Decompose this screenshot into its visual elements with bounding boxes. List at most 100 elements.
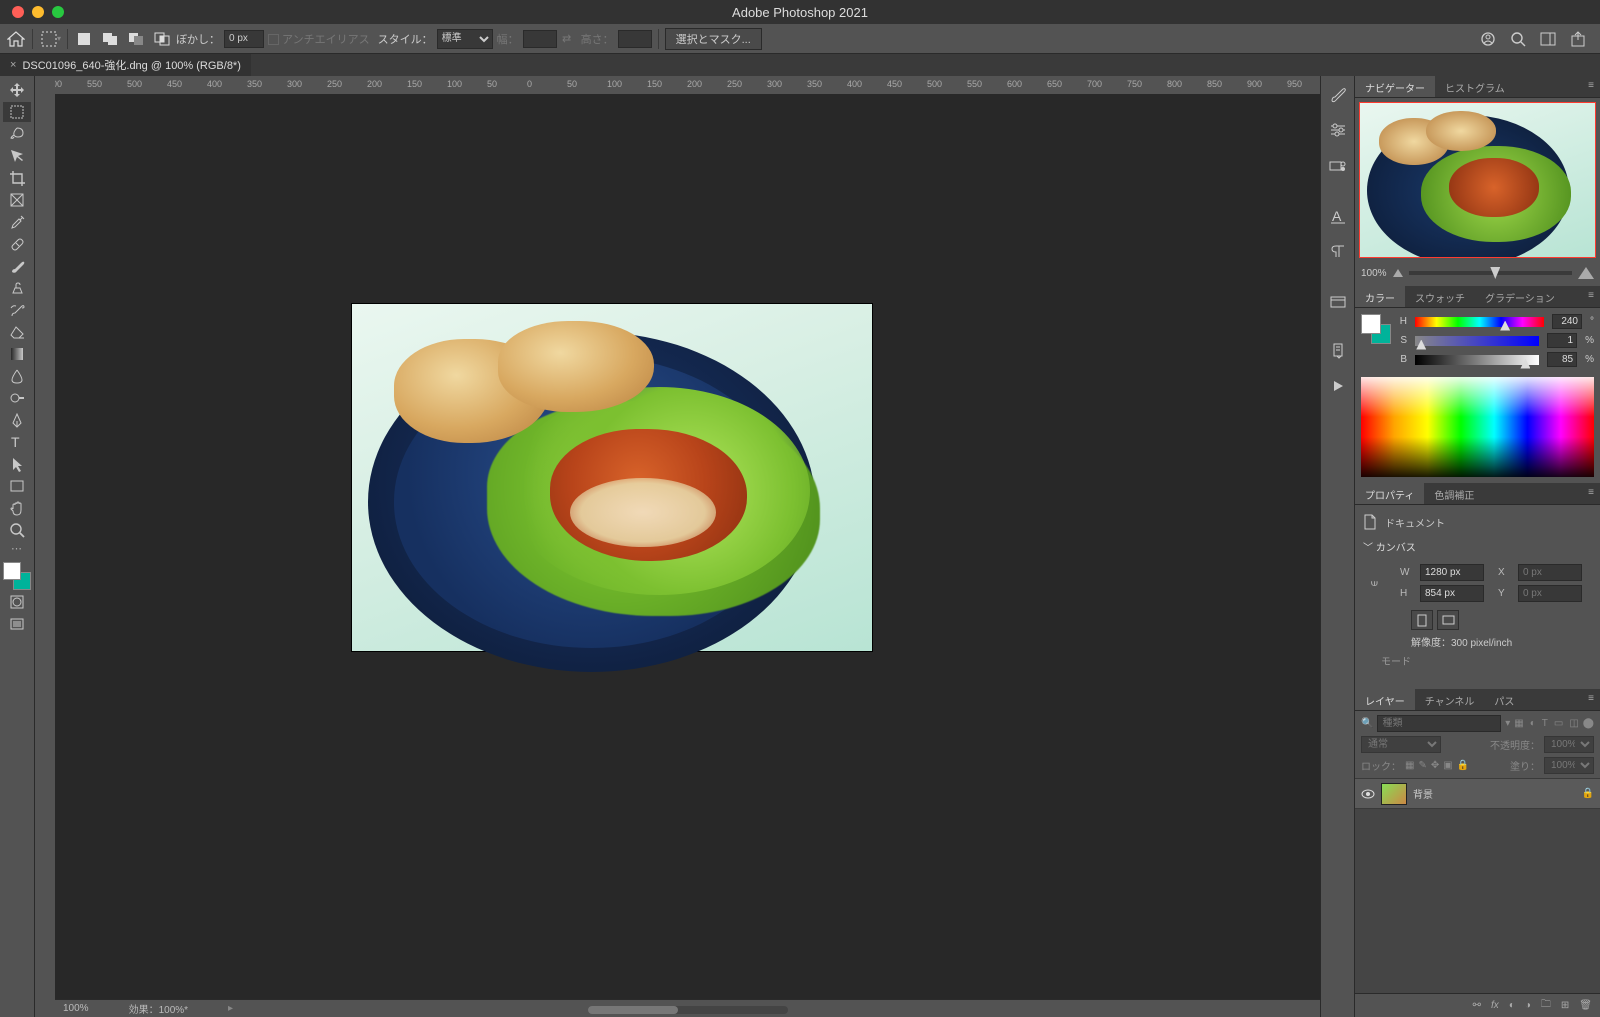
zoom-slider[interactable] — [1409, 271, 1572, 275]
lock-position-icon[interactable]: ✥ — [1431, 760, 1439, 771]
canvas-viewport[interactable] — [55, 94, 1320, 999]
bri-slider[interactable] — [1415, 355, 1539, 365]
sat-input[interactable] — [1547, 333, 1577, 348]
actions-icon[interactable] — [1326, 340, 1350, 362]
navigator-thumbnail[interactable] — [1359, 102, 1596, 258]
actions-play-icon[interactable] — [1326, 375, 1350, 397]
selection-add-icon[interactable] — [100, 29, 120, 49]
bri-input[interactable] — [1547, 352, 1577, 367]
filter-pixel-icon[interactable]: ▦ — [1514, 718, 1523, 729]
quick-mask-toggle[interactable] — [3, 592, 31, 612]
home-icon[interactable] — [6, 29, 26, 49]
window-close-button[interactable] — [12, 6, 24, 18]
pen-tool[interactable] — [3, 410, 31, 430]
status-efficiency[interactable]: 効果：100%* — [129, 1001, 188, 1016]
panel-menu-icon[interactable]: ≡ — [1582, 286, 1600, 307]
hand-tool[interactable] — [3, 498, 31, 518]
layer-mask-icon[interactable]: ◐ — [1509, 1000, 1515, 1011]
filter-smart-icon[interactable]: ◫ — [1569, 718, 1578, 729]
frame-tool[interactable] — [3, 190, 31, 210]
tab-properties[interactable]: プロパティ — [1355, 483, 1424, 504]
panel-menu-icon[interactable]: ≡ — [1582, 76, 1600, 97]
type-tool[interactable]: T — [3, 432, 31, 452]
tab-swatches[interactable]: スウォッチ — [1405, 286, 1475, 307]
selection-subtract-icon[interactable] — [126, 29, 146, 49]
crop-tool[interactable] — [3, 168, 31, 188]
new-adjustment-icon[interactable]: ◑ — [1525, 1000, 1531, 1011]
canvas-section-toggle[interactable]: ﹀ カンバス — [1363, 539, 1592, 554]
zoom-out-icon[interactable] — [1393, 269, 1403, 277]
window-minimize-button[interactable] — [32, 6, 44, 18]
canvas-width-input[interactable] — [1420, 564, 1484, 581]
character-icon[interactable]: A — [1326, 205, 1350, 227]
history-brush-tool[interactable] — [3, 300, 31, 320]
tab-paths[interactable]: パス — [1484, 689, 1524, 710]
panel-menu-icon[interactable]: ≡ — [1582, 689, 1600, 710]
panel-menu-icon[interactable]: ≡ — [1582, 483, 1600, 504]
screen-mode-toggle[interactable] — [3, 614, 31, 634]
tab-channels[interactable]: チャンネル — [1415, 689, 1485, 710]
color-swatches[interactable] — [3, 562, 31, 590]
brush-settings-icon[interactable] — [1326, 84, 1350, 106]
layer-filter-input[interactable] — [1377, 715, 1501, 732]
shape-tool[interactable] — [3, 476, 31, 496]
delete-layer-icon[interactable]: 🗑 — [1579, 1000, 1592, 1011]
link-layers-icon[interactable]: ⚯ — [1473, 1000, 1481, 1011]
styles-icon[interactable] — [1326, 155, 1350, 177]
select-and-mask-button[interactable]: 選択とマスク... — [665, 28, 762, 50]
status-zoom[interactable]: 100% — [63, 1003, 89, 1014]
cloud-docs-icon[interactable] — [1478, 29, 1498, 49]
color-spectrum[interactable] — [1361, 377, 1594, 477]
layer-fx-icon[interactable]: fx — [1491, 1000, 1499, 1011]
hue-slider[interactable] — [1415, 317, 1544, 327]
filter-toggle-switch[interactable]: ⬤ — [1583, 718, 1594, 729]
lock-paint-icon[interactable]: ✎ — [1418, 760, 1426, 771]
healing-brush-tool[interactable] — [3, 234, 31, 254]
layer-row[interactable]: 背景 🔒 — [1355, 779, 1600, 809]
new-layer-icon[interactable]: ⊞ — [1561, 1000, 1569, 1011]
link-wh-icon[interactable]: ⟒ — [1371, 578, 1378, 589]
eraser-tool[interactable] — [3, 322, 31, 342]
canvas-height-input[interactable] — [1420, 585, 1484, 602]
paragraph-icon[interactable] — [1326, 241, 1350, 263]
horizontal-scrollbar[interactable] — [588, 1006, 788, 1014]
dodge-tool[interactable] — [3, 388, 31, 408]
tab-histogram[interactable]: ヒストグラム — [1435, 76, 1515, 97]
toolbar-more[interactable]: ⋯ — [3, 542, 31, 554]
clone-stamp-tool[interactable] — [3, 278, 31, 298]
sat-slider[interactable] — [1415, 336, 1539, 346]
tab-gradients[interactable]: グラデーション — [1475, 286, 1565, 307]
workspace-icon[interactable] — [1538, 29, 1558, 49]
move-tool[interactable] — [3, 80, 31, 100]
eyedropper-tool[interactable] — [3, 212, 31, 232]
marquee-tool-icon[interactable] — [39, 29, 59, 49]
feather-input[interactable] — [224, 30, 264, 48]
search-icon[interactable] — [1508, 29, 1528, 49]
tab-layers[interactable]: レイヤー — [1355, 689, 1415, 710]
filter-shape-icon[interactable]: ▭ — [1554, 718, 1563, 729]
color-swatch-pair[interactable] — [1361, 314, 1391, 344]
tab-color[interactable]: カラー — [1355, 286, 1405, 307]
layer-lock-icon[interactable]: 🔒 — [1582, 788, 1594, 799]
new-group-icon[interactable]: 🗀 — [1541, 997, 1551, 1014]
libraries-icon[interactable] — [1326, 290, 1350, 312]
tab-close-icon[interactable]: × — [10, 59, 16, 71]
hue-input[interactable] — [1552, 314, 1582, 329]
lock-artboard-icon[interactable]: ▣ — [1443, 760, 1452, 771]
zoom-in-icon[interactable] — [1578, 267, 1594, 279]
lock-transparency-icon[interactable]: ▦ — [1405, 760, 1414, 771]
layer-visibility-icon[interactable] — [1361, 789, 1375, 799]
selection-new-icon[interactable] — [74, 29, 94, 49]
lasso-tool[interactable] — [3, 124, 31, 144]
blur-tool[interactable] — [3, 366, 31, 386]
gradient-tool[interactable] — [3, 344, 31, 364]
selection-intersect-icon[interactable] — [152, 29, 172, 49]
brush-tool[interactable] — [3, 256, 31, 276]
window-maximize-button[interactable] — [52, 6, 64, 18]
navigator-zoom-value[interactable]: 100% — [1361, 268, 1387, 279]
document-tab[interactable]: × DSC01096_640-強化.dng @ 100% (RGB/8*) — [0, 54, 251, 76]
filter-type-icon[interactable]: T — [1542, 718, 1548, 729]
filter-adjust-icon[interactable]: ◐ — [1530, 718, 1536, 729]
lock-all-icon[interactable]: 🔒 — [1457, 760, 1469, 771]
layer-name[interactable]: 背景 — [1413, 786, 1433, 801]
